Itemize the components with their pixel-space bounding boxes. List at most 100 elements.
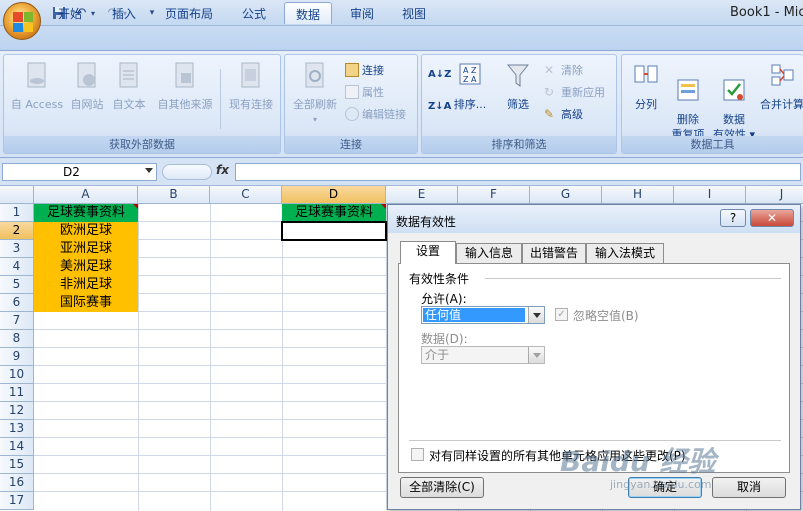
formula-input[interactable] <box>235 163 801 181</box>
sort-descending-icon[interactable]: Z↓A <box>428 101 451 112</box>
col-header-b[interactable]: B <box>138 186 210 204</box>
col-header-j[interactable]: J <box>746 186 803 204</box>
existing-connections-button[interactable]: 现有连接 <box>224 61 278 112</box>
name-box[interactable]: D2 <box>2 163 157 181</box>
col-header-d[interactable]: D <box>282 186 386 204</box>
reapply-button[interactable]: ↻ 重新应用 <box>544 84 605 100</box>
tab-view[interactable]: 视图 <box>392 2 436 24</box>
data-select[interactable]: 介于 <box>421 346 545 364</box>
insert-function-button[interactable]: fx <box>216 163 229 177</box>
tab-home[interactable]: 开始 <box>48 2 92 24</box>
advanced-filter-button[interactable]: ✎ 高级 <box>544 106 583 122</box>
refresh-all-button[interactable]: 全部刷新 ▾ <box>287 61 343 127</box>
tab-ime-mode[interactable]: 输入法模式 <box>586 243 664 263</box>
row-header[interactable]: 1 <box>0 204 34 222</box>
select-all-corner[interactable] <box>0 186 34 204</box>
tab-settings[interactable]: 设置 <box>400 241 456 264</box>
cell-a5[interactable]: 非洲足球 <box>34 276 138 294</box>
ignore-blank-checkbox[interactable]: ✓ <box>555 308 568 321</box>
row-header[interactable]: 12 <box>0 402 34 420</box>
col-header-c[interactable]: C <box>210 186 282 204</box>
tab-input-message[interactable]: 输入信息 <box>456 243 522 263</box>
data-label: 数据(D): <box>421 332 468 346</box>
col-header-g[interactable]: G <box>530 186 602 204</box>
settings-panel: 有效性条件 允许(A): 任何值 ✓ 忽略空值(B) 数据(D): 介于 对有同… <box>398 263 790 473</box>
tab-insert[interactable]: 插入 <box>100 2 148 24</box>
data-validation-dialog: 数据有效性 ? ✕ 设置 输入信息 出错警告 输入法模式 有效性条件 允许(A)… <box>387 204 801 510</box>
sort-ascending-icon[interactable]: A↓Z <box>428 69 451 80</box>
group-divider <box>220 69 221 129</box>
tab-data[interactable]: 数据 <box>284 2 332 24</box>
existing-connections-icon <box>241 62 260 88</box>
svg-text:A Z: A Z <box>463 66 477 75</box>
col-header-a[interactable]: A <box>34 186 138 204</box>
text-file-icon <box>119 62 138 88</box>
properties-button[interactable]: 属性 <box>345 84 384 100</box>
row-header[interactable]: 6 <box>0 294 34 312</box>
allow-select-value: 任何值 <box>423 308 525 322</box>
row-header[interactable]: 10 <box>0 366 34 384</box>
ribbon-tab-bar <box>0 26 803 50</box>
office-button[interactable] <box>3 2 41 40</box>
cell-a6[interactable]: 国际赛事 <box>34 294 138 312</box>
from-text-button[interactable]: 自文本 <box>108 61 150 112</box>
allow-select[interactable]: 任何值 <box>421 306 545 324</box>
row-header[interactable]: 8 <box>0 330 34 348</box>
col-header-f[interactable]: F <box>458 186 530 204</box>
text-to-columns-button[interactable]: 分列 <box>624 61 668 112</box>
other-sources-icon <box>175 62 194 88</box>
connections-button[interactable]: 连接 <box>345 62 384 78</box>
from-access-button[interactable]: 自 Access <box>8 61 66 112</box>
clear-filter-icon: ✕ <box>544 63 555 77</box>
group-external-data: 自 Access 自网站 自文本 自其他来源 现有连接 获取外部数据 <box>3 54 281 154</box>
formula-cancel-enter-group <box>162 164 212 180</box>
edit-links-button[interactable]: 编辑链接 <box>345 106 406 122</box>
from-other-sources-button[interactable]: 自其他来源 <box>152 61 218 112</box>
tab-error-alert[interactable]: 出错警告 <box>522 243 586 263</box>
properties-icon <box>345 85 359 99</box>
ok-button[interactable]: 确定 <box>628 477 702 498</box>
chevron-down-icon[interactable] <box>528 347 544 363</box>
filter-funnel-icon <box>506 64 530 87</box>
from-web-button[interactable]: 自网站 <box>66 61 108 112</box>
tab-review[interactable]: 审阅 <box>340 2 384 24</box>
cell-a4[interactable]: 美洲足球 <box>34 258 138 276</box>
cell-a3[interactable]: 亚洲足球 <box>34 240 138 258</box>
col-header-e[interactable]: E <box>386 186 458 204</box>
row-header[interactable]: 5 <box>0 276 34 294</box>
cell-a1[interactable]: 足球赛事资料 <box>34 204 138 222</box>
apply-all-checkbox[interactable] <box>411 448 424 461</box>
sort-button[interactable]: A ZZ A 排序... <box>450 61 490 112</box>
name-box-dropdown-icon[interactable] <box>145 168 153 173</box>
close-button[interactable]: ✕ <box>750 209 794 227</box>
cancel-button[interactable]: 取消 <box>712 477 786 498</box>
chevron-down-icon[interactable] <box>528 307 544 323</box>
consolidate-button[interactable]: 合并计算 <box>760 61 803 112</box>
active-cell-d2[interactable] <box>281 221 387 241</box>
row-header[interactable]: 16 <box>0 474 34 492</box>
row-header[interactable]: 15 <box>0 456 34 474</box>
tab-page-layout[interactable]: 页面布局 <box>158 2 220 24</box>
filter-button[interactable]: 筛选 <box>498 61 538 112</box>
row-header[interactable]: 14 <box>0 438 34 456</box>
clear-filter-button[interactable]: ✕ 清除 <box>544 62 583 78</box>
row-header[interactable]: 11 <box>0 384 34 402</box>
cell-a2[interactable]: 欧洲足球 <box>34 222 138 240</box>
reapply-icon: ↻ <box>544 85 555 99</box>
group-label-external: 获取外部数据 <box>4 136 280 153</box>
row-header[interactable]: 7 <box>0 312 34 330</box>
col-header-i[interactable]: I <box>674 186 746 204</box>
clear-all-button[interactable]: 全部清除(C) <box>400 477 484 498</box>
row-header[interactable]: 4 <box>0 258 34 276</box>
row-header[interactable]: 13 <box>0 420 34 438</box>
row-header[interactable]: 9 <box>0 348 34 366</box>
row-header[interactable]: 17 <box>0 492 34 510</box>
row-header[interactable]: 2 <box>0 222 34 240</box>
tab-formulas[interactable]: 公式 <box>232 2 276 24</box>
row-header[interactable]: 3 <box>0 240 34 258</box>
help-button[interactable]: ? <box>720 209 746 227</box>
col-header-h[interactable]: H <box>602 186 674 204</box>
cell-d1[interactable]: 足球赛事资料 <box>282 204 386 222</box>
advanced-filter-icon: ✎ <box>544 107 555 121</box>
office-logo-icon <box>13 12 33 32</box>
